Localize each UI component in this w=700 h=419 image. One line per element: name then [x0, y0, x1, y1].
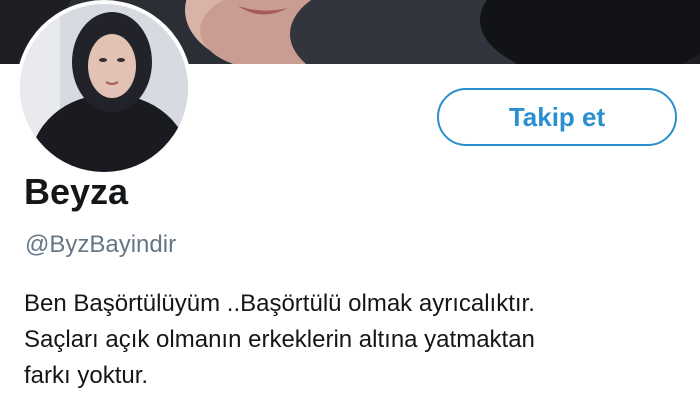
profile-bio: Ben Başörtülüyüm ..Başörtülü olmak ayrıc…: [24, 286, 684, 394]
bio-line: Ben Başörtülüyüm ..Başörtülü olmak ayrıc…: [24, 290, 535, 317]
bio-line: farkı yoktur.: [24, 362, 149, 389]
profile-display-name: Beyza: [24, 171, 129, 212]
avatar-photo: [20, 4, 188, 172]
profile-avatar[interactable]: [16, 0, 192, 176]
bio-line: Saçları açık olmanın erkeklerin altına y…: [24, 326, 535, 353]
follow-button[interactable]: Takip et: [437, 88, 677, 146]
profile-handle: @ByzBayindir: [25, 231, 177, 258]
